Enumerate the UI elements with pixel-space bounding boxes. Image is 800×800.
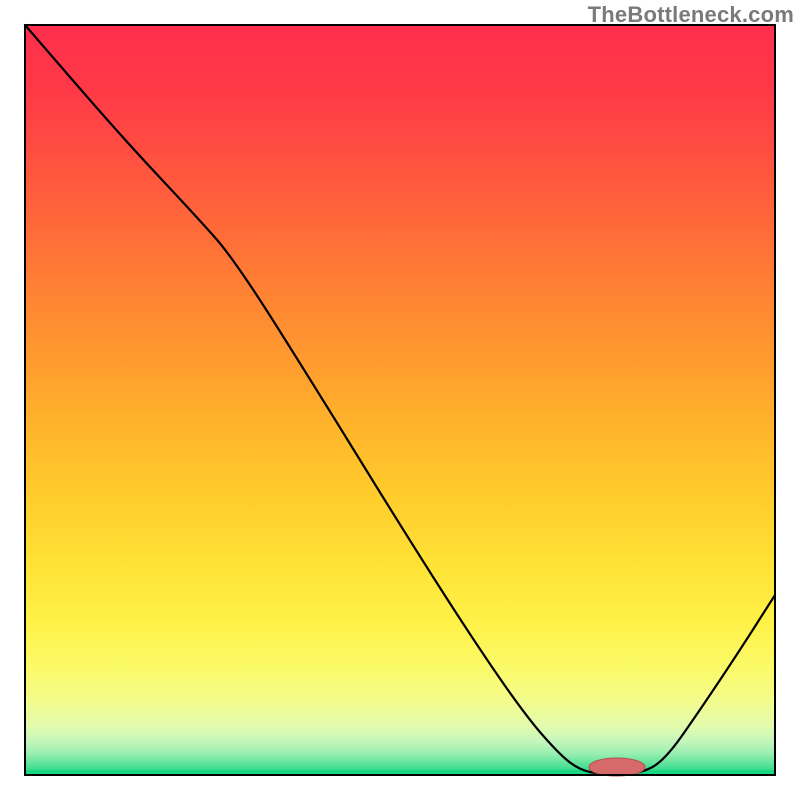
bottleneck-chart: [0, 0, 800, 800]
chart-container: TheBottleneck.com: [0, 0, 800, 800]
optimum-marker: [589, 758, 645, 776]
plot-background: [25, 25, 775, 775]
